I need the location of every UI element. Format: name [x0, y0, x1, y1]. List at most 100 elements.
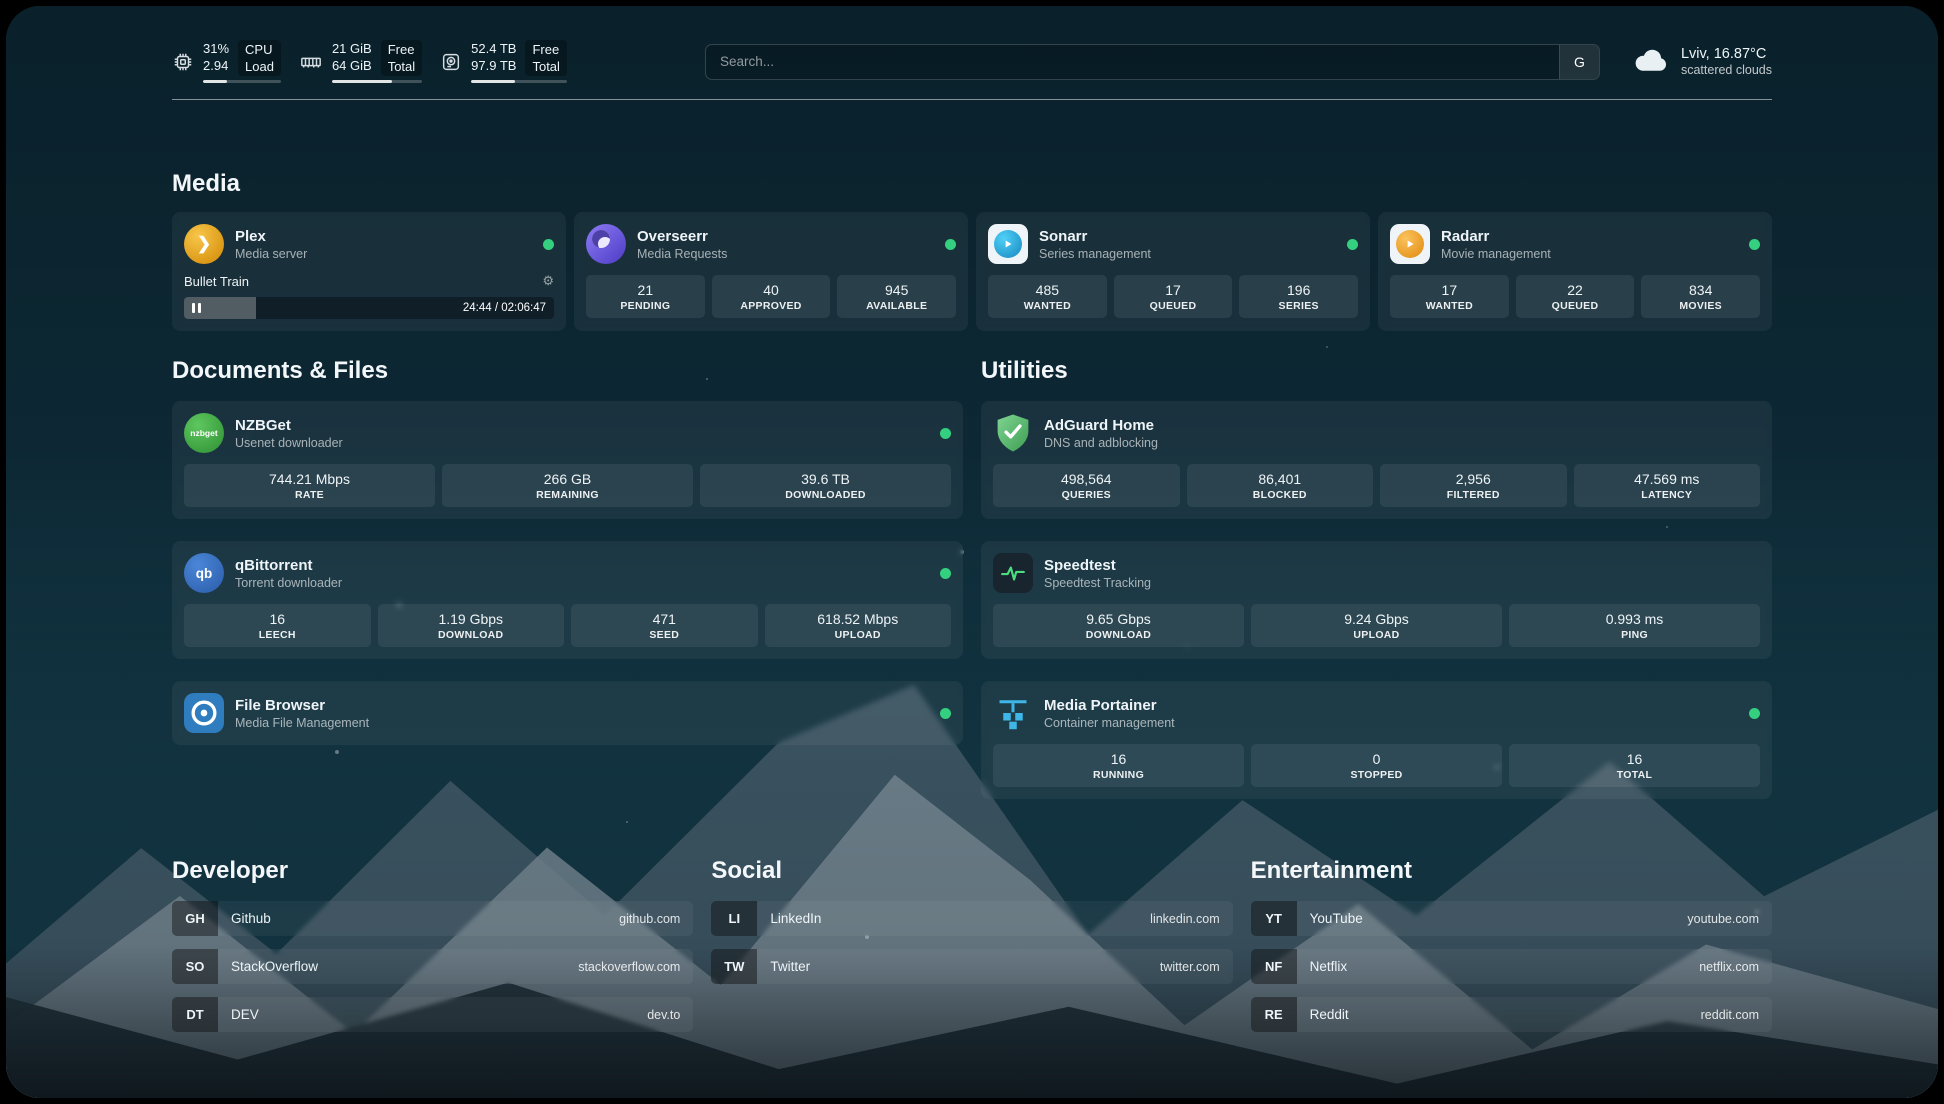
status-dot — [940, 428, 951, 439]
service-card-plex[interactable]: Plex Media server Bullet Train 24:44 / 0… — [172, 212, 566, 331]
stat-pending: 21 PENDING — [586, 275, 705, 318]
memory-widget: 21 GiB 64 GiB Free Total — [299, 40, 422, 83]
bookmark-netflix[interactable]: NF Netflix netflix.com — [1251, 949, 1772, 984]
stat-movies: 834 MOVIES — [1641, 275, 1760, 318]
portainer-icon — [993, 693, 1033, 733]
bookmark-url: linkedin.com — [1150, 912, 1219, 926]
bookmark-abbr: NF — [1251, 949, 1297, 984]
service-card-sonarr[interactable]: Sonarr Series management 485 WANTED 17 Q… — [976, 212, 1370, 331]
bookmark-url: netflix.com — [1699, 960, 1759, 974]
bookmark-group-social: Social LI LinkedIn linkedin.com TW Twitt… — [711, 857, 1232, 1032]
service-card-radarr[interactable]: Radarr Movie management 17 WANTED 22 QUE… — [1378, 212, 1772, 331]
section-title-entertainment: Entertainment — [1251, 857, 1772, 885]
stat-wanted: 17 WANTED — [1390, 275, 1509, 318]
service-description: Media File Management — [235, 716, 369, 730]
service-name: Sonarr — [1039, 228, 1151, 245]
stat-queued: 22 QUEUED — [1516, 275, 1635, 318]
gear-icon[interactable] — [542, 273, 554, 289]
bookmark-dev[interactable]: DT DEV dev.to — [172, 997, 693, 1032]
weather-location: Lviv, 16.87°C — [1681, 46, 1772, 62]
now-playing-title: Bullet Train — [184, 274, 542, 289]
cloud-icon — [1632, 44, 1670, 79]
bookmark-youtube[interactable]: YT YouTube youtube.com — [1251, 901, 1772, 936]
search-provider-button[interactable]: G — [1559, 45, 1599, 79]
search-input[interactable] — [706, 45, 1559, 79]
media-grid: Plex Media server Bullet Train 24:44 / 0… — [172, 212, 1772, 331]
service-card-speedtest[interactable]: Speedtest Speedtest Tracking 9.65 Gbps D… — [981, 541, 1772, 659]
bookmark-abbr: SO — [172, 949, 218, 984]
radarr-icon — [1390, 224, 1430, 264]
status-dot — [945, 239, 956, 250]
adguard-icon — [993, 413, 1033, 453]
service-name: NZBGet — [235, 417, 343, 434]
service-name: qBittorrent — [235, 557, 342, 574]
cpu-label: CPU — [245, 41, 274, 58]
bookmark-linkedin[interactable]: LI LinkedIn linkedin.com — [711, 901, 1232, 936]
plex-icon — [184, 224, 224, 264]
bookmark-name: StackOverflow — [231, 959, 318, 974]
bookmark-name: LinkedIn — [770, 911, 821, 926]
utilities-column: Utilities — [981, 357, 1772, 799]
stat-rate: 744.21 Mbps RATE — [184, 464, 435, 507]
memory-free-label: Free — [388, 41, 415, 58]
bookmark-group-developer: Developer GH Github github.com SO StackO… — [172, 857, 693, 1032]
resource-widgets: 31% 2.94 CPU Load — [172, 40, 567, 83]
section-title-utilities: Utilities — [981, 357, 1772, 385]
bookmark-twitter[interactable]: TW Twitter twitter.com — [711, 949, 1232, 984]
bookmark-abbr: TW — [711, 949, 757, 984]
bookmark-url: youtube.com — [1687, 912, 1759, 926]
status-dot — [1749, 239, 1760, 250]
pause-icon[interactable] — [192, 303, 201, 313]
stat-series: 196 SERIES — [1239, 275, 1358, 318]
status-dot — [1347, 239, 1358, 250]
bookmark-name: Github — [231, 911, 271, 926]
service-card-qbittorrent[interactable]: qb qBittorrent Torrent downloader 16 — [172, 541, 963, 659]
service-name: AdGuard Home — [1044, 417, 1158, 434]
playback-time: 24:44 / 02:06:47 — [463, 302, 546, 314]
bookmark-abbr: DT — [172, 997, 218, 1032]
bookmark-name: Reddit — [1310, 1007, 1349, 1022]
status-dot — [543, 239, 554, 250]
section-title-developer: Developer — [172, 857, 693, 885]
stat-filtered: 2,956 FILTERED — [1380, 464, 1567, 507]
disk-total-label: Total — [532, 58, 559, 75]
service-card-adguard[interactable]: AdGuard Home DNS and adblocking 498,564 … — [981, 401, 1772, 519]
bookmark-abbr: GH — [172, 901, 218, 936]
bookmark-reddit[interactable]: RE Reddit reddit.com — [1251, 997, 1772, 1032]
stat-upload: 618.52 Mbps UPLOAD — [765, 604, 952, 647]
bookmark-url: twitter.com — [1160, 960, 1220, 974]
service-description: Media server — [235, 247, 307, 261]
service-card-portainer[interactable]: Media Portainer Container management 16 … — [981, 681, 1772, 799]
stat-queued: 17 QUEUED — [1114, 275, 1233, 318]
service-name: Overseerr — [637, 228, 727, 245]
bookmark-abbr: RE — [1251, 997, 1297, 1032]
status-dot — [1749, 708, 1760, 719]
cpu-widget: 31% 2.94 CPU Load — [172, 40, 281, 83]
bookmarks-section: Developer GH Github github.com SO StackO… — [172, 857, 1772, 1078]
bookmark-name: DEV — [231, 1007, 259, 1022]
weather-widget: Lviv, 16.87°C scattered clouds — [1632, 44, 1772, 79]
weather-condition: scattered clouds — [1681, 63, 1772, 77]
service-card-overseerr[interactable]: Overseerr Media Requests 21 PENDING 40 A… — [574, 212, 968, 331]
stat-running: 16 RUNNING — [993, 744, 1244, 787]
service-description: Series management — [1039, 247, 1151, 261]
top-bar: 31% 2.94 CPU Load — [172, 6, 1772, 83]
bookmark-stackoverflow[interactable]: SO StackOverflow stackoverflow.com — [172, 949, 693, 984]
bookmark-group-entertainment: Entertainment YT YouTube youtube.com NF … — [1251, 857, 1772, 1032]
disk-free-value: 52.4 TB — [471, 40, 516, 57]
memory-icon — [299, 51, 323, 73]
bookmark-github[interactable]: GH Github github.com — [172, 901, 693, 936]
disk-free-label: Free — [532, 41, 559, 58]
playback-progress-bar[interactable]: 24:44 / 02:06:47 — [184, 297, 554, 319]
service-description: Speedtest Tracking — [1044, 576, 1151, 590]
service-description: Container management — [1044, 716, 1175, 730]
stat-latency: 47.569 ms LATENCY — [1574, 464, 1761, 507]
search-bar: G — [705, 44, 1600, 80]
service-name: Media Portainer — [1044, 697, 1175, 714]
disk-total-value: 97.9 TB — [471, 57, 516, 74]
bookmark-url: stackoverflow.com — [578, 960, 680, 974]
stat-leech: 16 LEECH — [184, 604, 371, 647]
service-card-nzbget[interactable]: nzbget NZBGet Usenet downloader 744.21 M… — [172, 401, 963, 519]
disk-icon — [440, 51, 462, 73]
service-card-filebrowser[interactable]: File Browser Media File Management — [172, 681, 963, 745]
